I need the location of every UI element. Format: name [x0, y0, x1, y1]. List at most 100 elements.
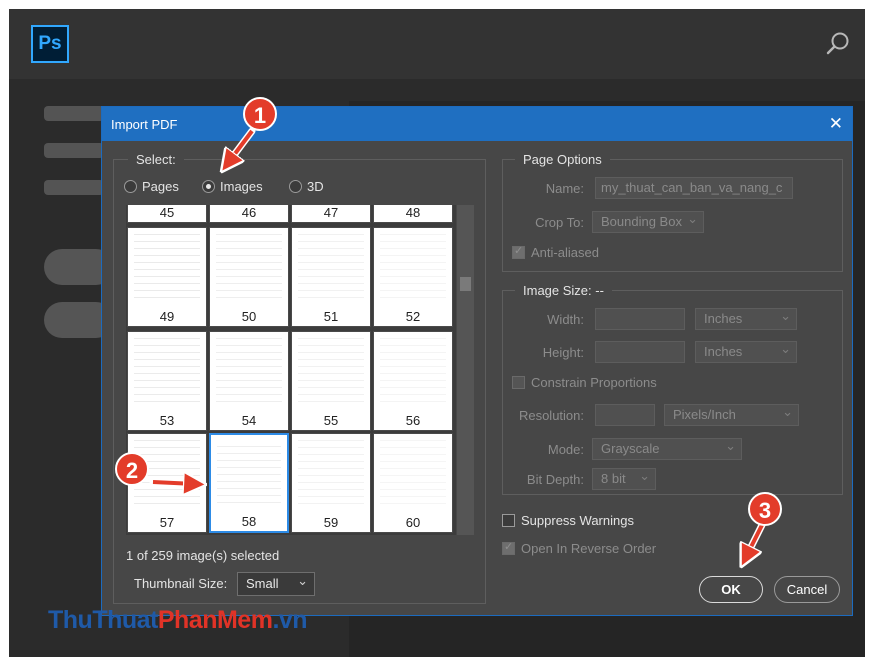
- thumbnail-page-number: 48: [405, 205, 421, 220]
- radio-3d-indicator[interactable]: [289, 180, 302, 193]
- mode-value: Grayscale: [601, 441, 660, 456]
- suppress-warnings-label: Suppress Warnings: [521, 513, 634, 528]
- thumbnail-page-number: 50: [241, 309, 257, 324]
- dialog-title: Import PDF: [111, 117, 178, 132]
- thumbnail-preview: [380, 440, 446, 510]
- reverse-order-checkbox: Open In Reverse Order: [502, 540, 657, 556]
- name-field: my_thuat_can_ban_va_nang_c: [595, 177, 793, 199]
- thumbnail-page-number: 52: [405, 309, 421, 324]
- reverse-order-label: Open In Reverse Order: [521, 541, 657, 556]
- page-thumbnail[interactable]: 51: [291, 227, 371, 327]
- mode-label: Mode:: [547, 442, 584, 457]
- search-icon[interactable]: [825, 31, 851, 57]
- thumbnail-page-number: 60: [405, 515, 421, 530]
- suppress-warnings-box[interactable]: [502, 514, 515, 527]
- photoshop-logo: Ps: [31, 25, 69, 63]
- radio-pages-indicator[interactable]: [124, 180, 137, 193]
- thumbnail-page-number: 49: [159, 309, 175, 324]
- thumbnail-preview: [216, 234, 282, 304]
- selection-status: 1 of 259 image(s) selected: [126, 548, 280, 563]
- thumbnail-size-select[interactable]: Small: [237, 572, 315, 596]
- resolution-field: [595, 404, 655, 426]
- mode-select: Grayscale: [592, 438, 742, 460]
- reverse-order-box: [502, 540, 515, 555]
- suppress-warnings-checkbox[interactable]: Suppress Warnings: [502, 513, 634, 528]
- thumbnail-preview: [217, 441, 281, 509]
- thumbnail-page-number: 56: [405, 413, 421, 428]
- width-label: Width:: [547, 312, 584, 327]
- image-size-legend: Image Size: --: [515, 283, 612, 298]
- bit-depth-value: 8 bit: [601, 471, 626, 486]
- step-badge-3: 3: [748, 492, 782, 526]
- step-badge-1: 1: [243, 97, 277, 131]
- cancel-button[interactable]: Cancel: [774, 576, 840, 603]
- resolution-label: Resolution:: [518, 408, 584, 423]
- page-thumbnail[interactable]: 60: [373, 433, 453, 533]
- thumbnail-preview: [134, 338, 200, 408]
- thumbnail-page-number: 47: [323, 205, 339, 220]
- thumbnail-grid[interactable]: 45 46 47 48 49 50 51 52 53 54 55 56 57 58 59 60: [126, 205, 456, 535]
- close-icon[interactable]: ✕: [829, 115, 843, 132]
- bit-depth-label: Bit Depth:: [526, 472, 584, 487]
- constrain-proportions-checkbox: Constrain Proportions: [512, 375, 657, 390]
- page-thumbnail[interactable]: 45: [127, 205, 207, 223]
- radio-3d-label: 3D: [307, 179, 324, 194]
- page-thumbnail[interactable]: 55: [291, 331, 371, 431]
- thumbnail-page-number: 45: [159, 205, 175, 220]
- thumbnail-scrollbar[interactable]: [457, 205, 474, 535]
- bit-depth-select: 8 bit: [592, 468, 656, 490]
- page-thumbnail[interactable]: 56: [373, 331, 453, 431]
- thumbnail-page-number: 58: [241, 514, 257, 529]
- radio-pages[interactable]: Pages: [124, 179, 179, 194]
- constrain-proportions-label: Constrain Proportions: [531, 375, 657, 390]
- thumbnail-page-number: 46: [241, 205, 257, 220]
- page-thumbnail[interactable]: 59: [291, 433, 371, 533]
- constrain-proportions-box: [512, 376, 525, 389]
- page-thumbnail[interactable]: 46: [209, 205, 289, 223]
- page-options-legend: Page Options: [515, 152, 610, 167]
- crop-to-select: Bounding Box: [592, 211, 704, 233]
- radio-images-indicator[interactable]: [202, 180, 215, 193]
- page-thumbnail[interactable]: 48: [373, 205, 453, 223]
- page-thumbnail[interactable]: 50: [209, 227, 289, 327]
- thumbnail-size-label: Thumbnail Size:: [134, 576, 228, 591]
- thumbnail-preview: [298, 234, 364, 304]
- sidebar-placeholder: [44, 180, 104, 195]
- width-field: [595, 308, 685, 330]
- width-unit-select: Inches: [695, 308, 797, 330]
- import-pdf-dialog: Import PDF ✕ Select: Pages Images 3D 45 4…: [101, 106, 853, 616]
- thumbnail-preview: [298, 338, 364, 408]
- thumbnail-preview: [134, 234, 200, 304]
- scrollbar-thumb[interactable]: [460, 277, 471, 291]
- height-label: Height:: [542, 345, 584, 360]
- radio-pages-label: Pages: [142, 179, 179, 194]
- resolution-unit-select: Pixels/Inch: [664, 404, 799, 426]
- radio-images-label: Images: [220, 179, 263, 194]
- watermark-part3: .vn: [272, 606, 308, 634]
- page-thumbnail[interactable]: 52: [373, 227, 453, 327]
- thumbnail-size-value: Small: [246, 576, 279, 591]
- thumbnail-page-number: 59: [323, 515, 339, 530]
- thumbnail-preview: [380, 338, 446, 408]
- page-thumbnail[interactable]: 58: [209, 433, 289, 533]
- crop-to-label: Crop To:: [535, 215, 584, 230]
- crop-to-value: Bounding Box: [601, 214, 682, 229]
- ok-button[interactable]: OK: [699, 576, 763, 603]
- resolution-unit-value: Pixels/Inch: [673, 407, 736, 422]
- anti-aliased-label: Anti-aliased: [531, 245, 599, 260]
- height-unit-select: Inches: [695, 341, 797, 363]
- radio-3d[interactable]: 3D: [289, 179, 324, 194]
- anti-aliased-checkbox: Anti-aliased: [512, 244, 599, 260]
- thumbnail-page-number: 54: [241, 413, 257, 428]
- page-thumbnail[interactable]: 49: [127, 227, 207, 327]
- page-thumbnail[interactable]: 47: [291, 205, 371, 223]
- dialog-titlebar: Import PDF ✕: [102, 107, 852, 141]
- thumbnail-preview: [380, 234, 446, 304]
- height-field: [595, 341, 685, 363]
- page-thumbnail[interactable]: 53: [127, 331, 207, 431]
- watermark-part1: ThuThuat: [48, 606, 158, 634]
- width-unit-value: Inches: [704, 311, 743, 326]
- radio-images[interactable]: Images: [202, 179, 263, 194]
- step-badge-2: 2: [115, 452, 149, 486]
- page-thumbnail[interactable]: 54: [209, 331, 289, 431]
